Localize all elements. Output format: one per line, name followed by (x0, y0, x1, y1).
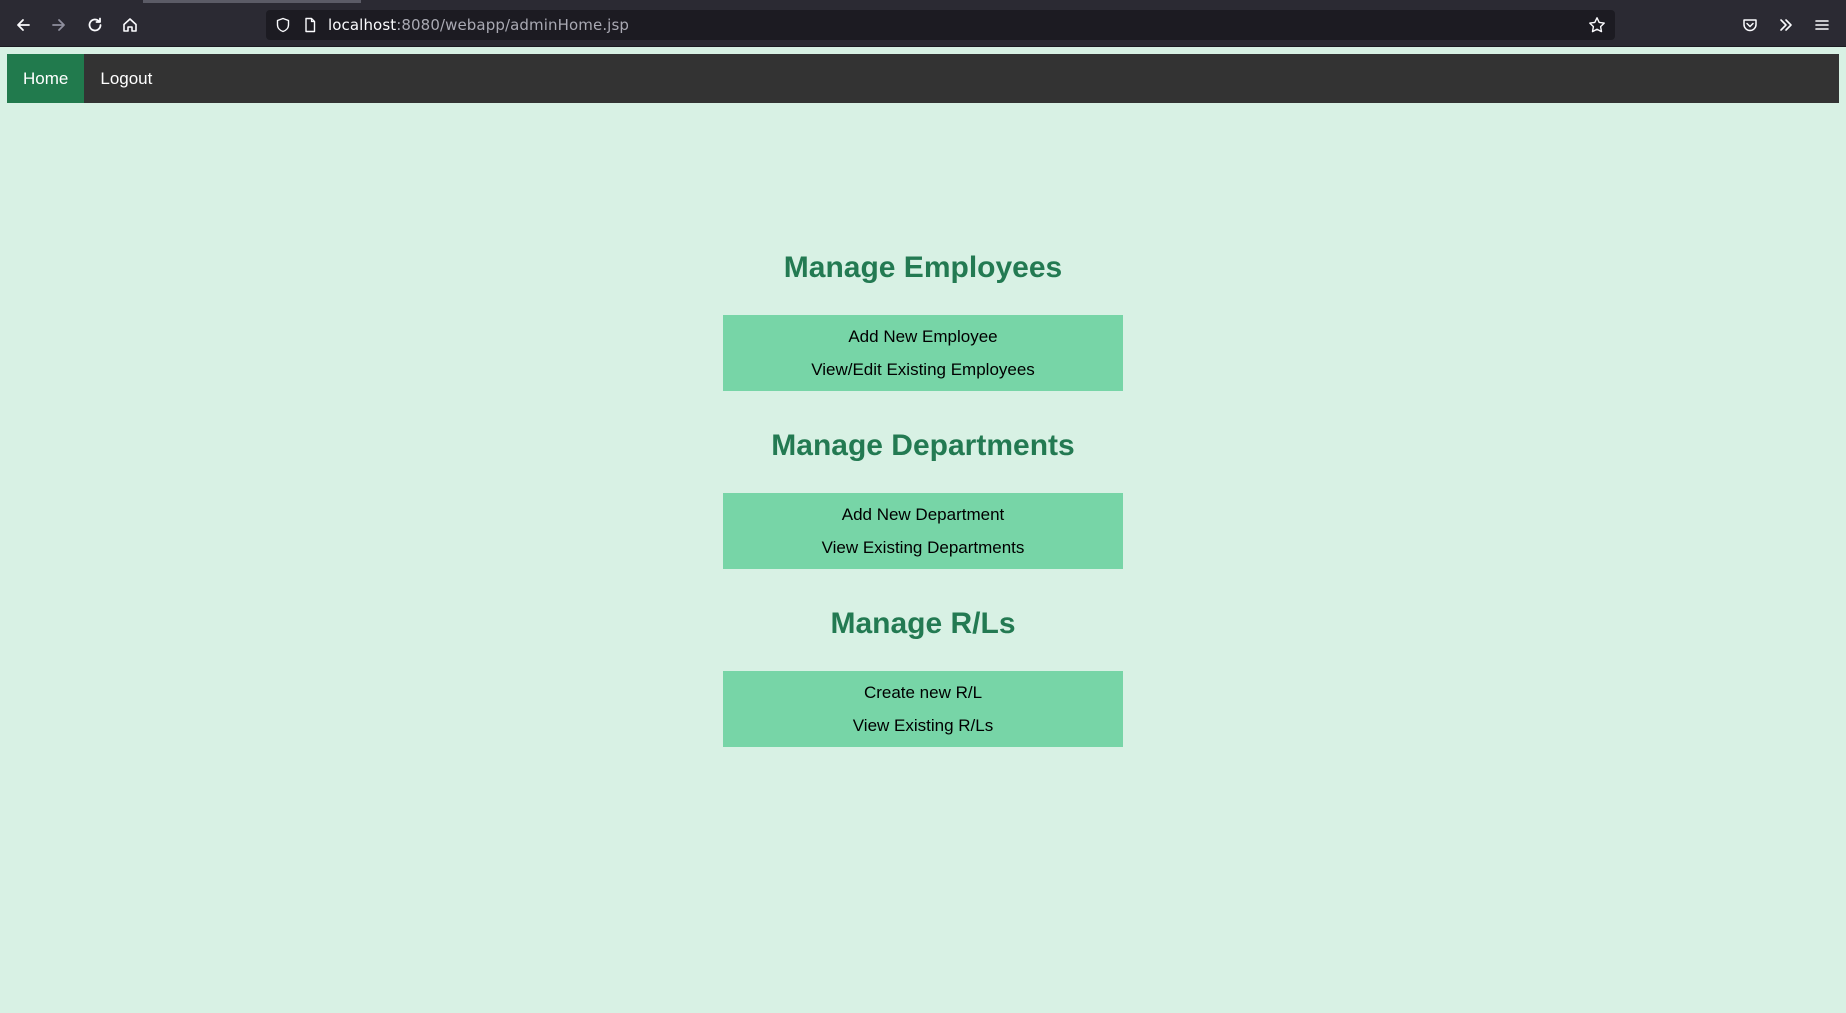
star-icon[interactable] (1588, 16, 1606, 34)
section-title-employees: Manage Employees (783, 251, 1063, 284)
forward-button[interactable] (46, 12, 72, 38)
add-department-button[interactable]: Add New Department (842, 505, 1005, 525)
view-departments-button[interactable]: View Existing Departments (822, 538, 1025, 558)
home-button[interactable] (117, 12, 143, 38)
url-bar[interactable]: localhost:8080/webapp/adminHome.jsp (266, 10, 1615, 40)
employees-action-group: Add New Employee View/Edit Existing Empl… (723, 315, 1123, 391)
site-nav-bar: Home Logout (7, 54, 1839, 103)
create-rl-button[interactable]: Create new R/L (864, 683, 982, 703)
add-employee-button[interactable]: Add New Employee (848, 327, 997, 347)
view-edit-employees-button[interactable]: View/Edit Existing Employees (811, 360, 1035, 380)
url-path: :8080/webapp/adminHome.jsp (396, 16, 629, 34)
app-menu-button[interactable] (1809, 12, 1835, 38)
pocket-button[interactable] (1737, 12, 1763, 38)
view-rls-button[interactable]: View Existing R/Ls (853, 716, 993, 736)
pocket-icon (1743, 19, 1757, 32)
page-icon (305, 17, 316, 33)
section-title-departments: Manage Departments (771, 429, 1075, 462)
arrow-right-icon (52, 19, 65, 31)
overflow-menu-button[interactable] (1773, 12, 1799, 38)
back-button[interactable] (10, 12, 36, 38)
arrow-left-icon (17, 19, 30, 31)
section-title-rls: Manage R/Ls (830, 607, 1016, 640)
nav-home-link[interactable]: Home (7, 54, 85, 103)
browser-toolbar: localhost:8080/webapp/adminHome.jsp (0, 0, 1846, 47)
shield-icon (276, 17, 290, 33)
reload-icon (88, 17, 102, 32)
url-text[interactable]: localhost:8080/webapp/adminHome.jsp (328, 16, 629, 34)
url-host: localhost (328, 16, 397, 34)
departments-action-group: Add New Department View Existing Departm… (723, 493, 1123, 569)
active-tab-indicator (143, 0, 361, 3)
chevron-double-right-icon (1780, 19, 1792, 31)
reload-button[interactable] (82, 12, 108, 38)
rls-action-group: Create new R/L View Existing R/Ls (723, 671, 1123, 747)
nav-logout-link[interactable]: Logout (84, 54, 168, 103)
home-icon (123, 18, 137, 32)
hamburger-menu-icon (1815, 20, 1829, 30)
